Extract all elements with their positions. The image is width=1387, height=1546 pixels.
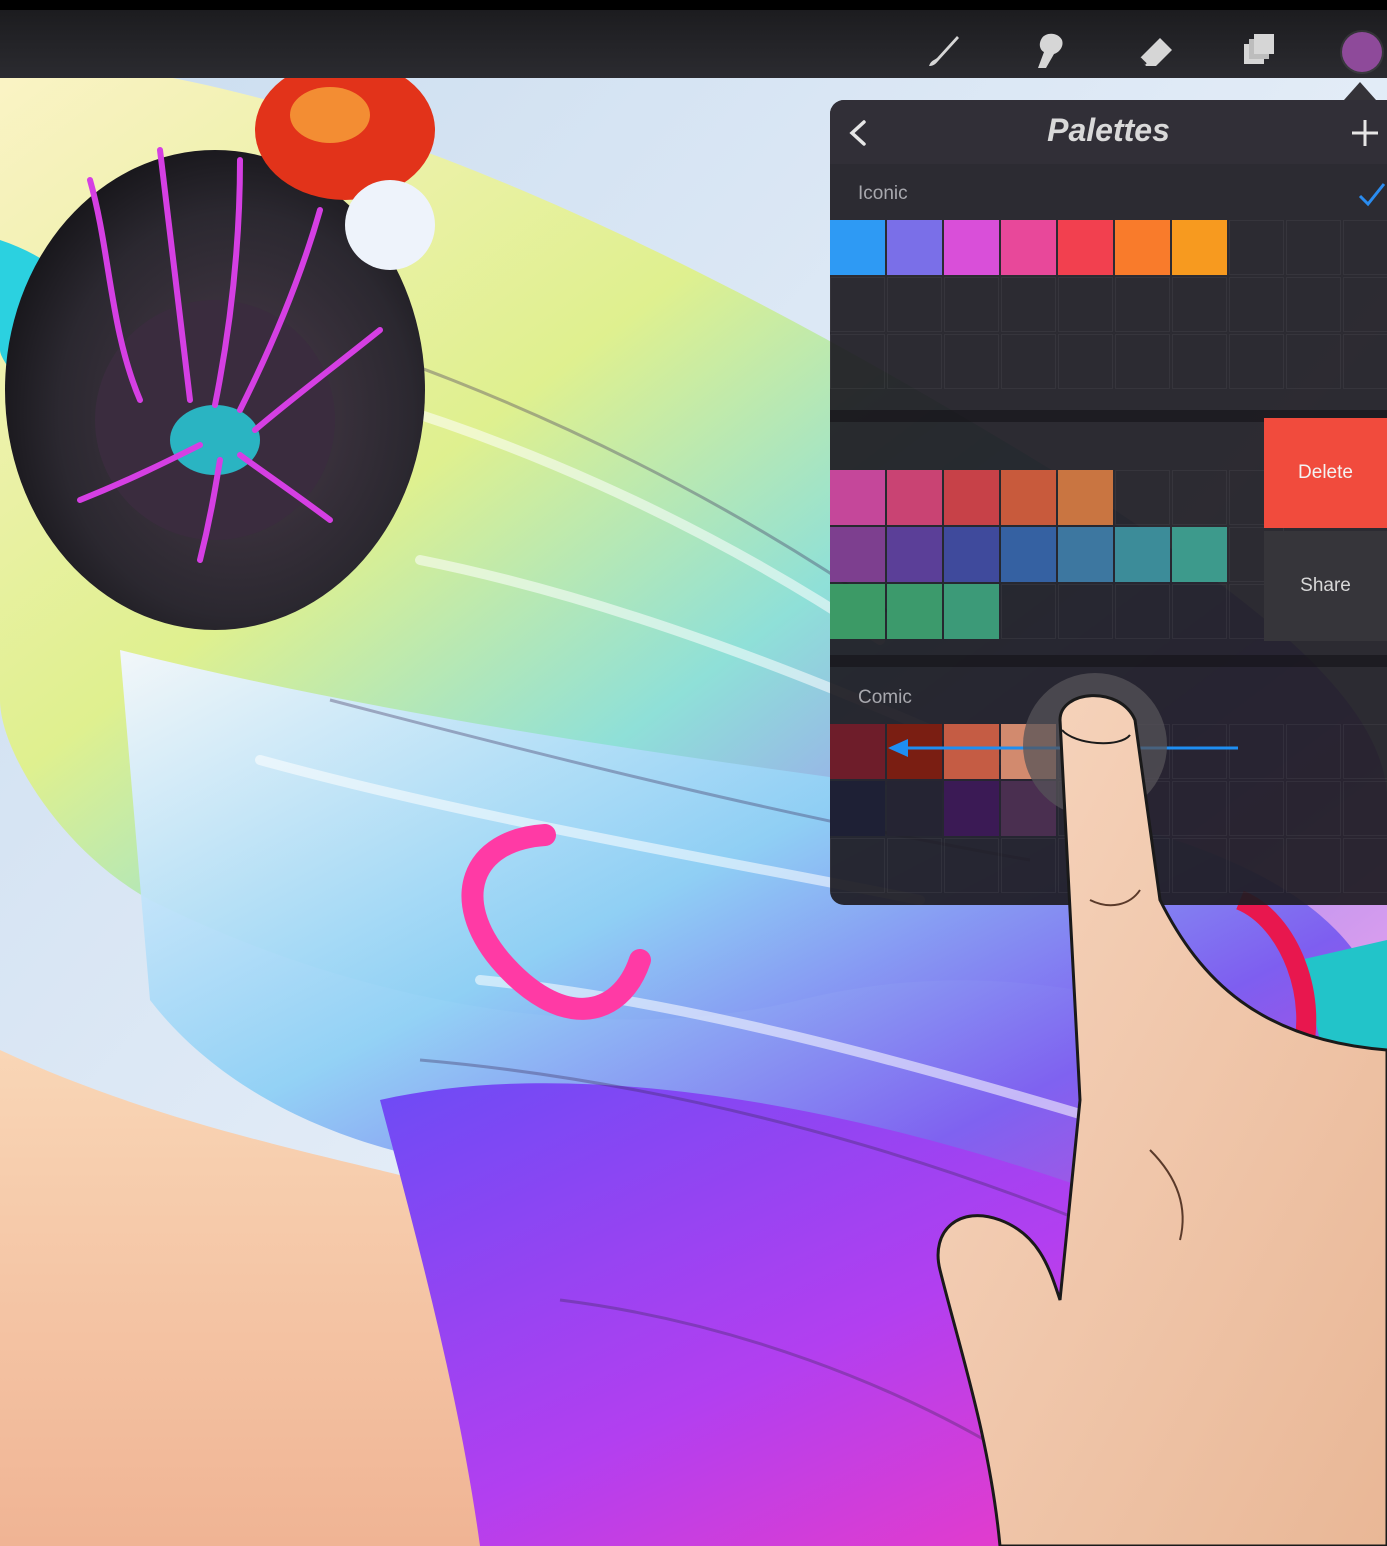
empty-swatch-slot[interactable] (1229, 838, 1284, 893)
empty-swatch-slot[interactable] (1172, 334, 1227, 389)
color-swatch-iconic[interactable] (944, 220, 999, 275)
empty-swatch-slot[interactable] (1172, 781, 1227, 836)
empty-swatch-slot[interactable] (1172, 724, 1227, 779)
empty-swatch-slot[interactable] (1343, 781, 1387, 836)
color-swatch-iconic[interactable] (1115, 220, 1170, 275)
empty-swatch-slot[interactable] (1115, 724, 1170, 779)
empty-swatch-slot[interactable] (1286, 724, 1341, 779)
share-button[interactable]: Share (1264, 531, 1387, 641)
color-swatch-swiped[interactable] (830, 584, 885, 639)
color-swatch-comic[interactable] (887, 724, 942, 779)
brush-icon[interactable] (921, 28, 965, 72)
empty-swatch-slot[interactable] (1001, 334, 1056, 389)
color-swatch-swiped[interactable] (1001, 527, 1056, 582)
empty-swatch-slot[interactable] (1058, 277, 1113, 332)
palette-name-comic[interactable]: Comic (858, 687, 912, 709)
color-swatch-iconic[interactable] (1001, 220, 1056, 275)
empty-swatch-slot[interactable] (1058, 724, 1113, 779)
color-swatch-swiped[interactable] (944, 470, 999, 525)
empty-swatch-slot[interactable] (1115, 277, 1170, 332)
empty-swatch-slot[interactable] (1343, 838, 1387, 893)
empty-swatch-slot[interactable] (1286, 334, 1341, 389)
panel-title: Palettes (1047, 112, 1170, 148)
panel-header: Palettes (830, 100, 1387, 164)
add-palette-icon[interactable] (1346, 114, 1384, 152)
color-swatch-swiped[interactable] (1172, 527, 1227, 582)
color-swatch-iconic[interactable] (887, 220, 942, 275)
palette-name-iconic[interactable]: Iconic (858, 183, 908, 205)
empty-swatch-slot[interactable] (1115, 584, 1170, 639)
empty-swatch-slot[interactable] (944, 334, 999, 389)
palettes-panel: Palettes Iconic Delete Share Comic (830, 100, 1387, 905)
empty-swatch-slot[interactable] (887, 334, 942, 389)
empty-swatch-slot[interactable] (1001, 277, 1056, 332)
empty-swatch-slot[interactable] (1229, 724, 1284, 779)
color-swatch-swiped[interactable] (887, 584, 942, 639)
empty-swatch-slot[interactable] (1343, 277, 1387, 332)
color-swatch-comic[interactable] (944, 724, 999, 779)
smudge-icon[interactable] (1026, 28, 1070, 72)
color-swatch-swiped[interactable] (830, 470, 885, 525)
empty-swatch-slot[interactable] (1058, 334, 1113, 389)
color-swatch-swiped[interactable] (1058, 470, 1113, 525)
empty-swatch-slot[interactable] (1286, 838, 1341, 893)
color-swatch-comic[interactable] (1001, 781, 1056, 836)
empty-swatch-slot[interactable] (1172, 277, 1227, 332)
empty-swatch-slot[interactable] (1286, 781, 1341, 836)
empty-swatch-slot[interactable] (887, 277, 942, 332)
color-swatch-swiped[interactable] (1058, 527, 1113, 582)
color-swatch-swiped[interactable] (830, 527, 885, 582)
empty-swatch-slot[interactable] (1229, 277, 1284, 332)
empty-swatch-slot[interactable] (1343, 334, 1387, 389)
eraser-icon[interactable] (1134, 28, 1178, 72)
empty-swatch-slot[interactable] (1172, 838, 1227, 893)
color-swatch-iconic[interactable] (1058, 220, 1113, 275)
color-swatch-swiped[interactable] (944, 527, 999, 582)
empty-swatch-slot[interactable] (944, 838, 999, 893)
layers-icon[interactable] (1236, 28, 1280, 72)
color-swatch-comic[interactable] (830, 781, 885, 836)
empty-swatch-slot[interactable] (1286, 220, 1341, 275)
empty-swatch-slot[interactable] (830, 334, 885, 389)
color-swatch-swiped[interactable] (887, 527, 942, 582)
color-swatch-iconic[interactable] (830, 220, 885, 275)
color-swatch-iconic[interactable] (1172, 220, 1227, 275)
empty-swatch-slot[interactable] (944, 277, 999, 332)
empty-swatch-slot[interactable] (830, 838, 885, 893)
color-swatch-comic[interactable] (830, 724, 885, 779)
empty-swatch-slot[interactable] (1058, 838, 1113, 893)
empty-swatch-slot[interactable] (1001, 584, 1056, 639)
empty-swatch-slot[interactable] (1058, 781, 1113, 836)
current-color-swatch[interactable] (1342, 32, 1382, 72)
empty-swatch-slot[interactable] (887, 838, 942, 893)
empty-swatch-slot[interactable] (1172, 584, 1227, 639)
empty-swatch-slot[interactable] (1286, 277, 1341, 332)
color-swatch-comic[interactable] (944, 781, 999, 836)
color-swatch-comic[interactable] (1001, 724, 1056, 779)
section-divider (830, 655, 1387, 667)
color-swatch-swiped[interactable] (944, 584, 999, 639)
empty-swatch-slot[interactable] (1115, 781, 1170, 836)
empty-swatch-slot[interactable] (1343, 724, 1387, 779)
color-swatch-swiped[interactable] (1001, 470, 1056, 525)
empty-swatch-slot[interactable] (830, 277, 885, 332)
empty-swatch-slot[interactable] (1172, 470, 1227, 525)
empty-swatch-slot[interactable] (1115, 470, 1170, 525)
empty-swatch-slot[interactable] (1229, 334, 1284, 389)
color-swatch-swiped[interactable] (887, 470, 942, 525)
color-swatch-comic[interactable] (887, 781, 942, 836)
color-swatch-swiped[interactable] (1115, 527, 1170, 582)
popover-pointer (1344, 82, 1376, 100)
empty-swatch-slot[interactable] (1115, 838, 1170, 893)
top-toolbar (0, 0, 1387, 78)
empty-swatch-slot[interactable] (1058, 584, 1113, 639)
empty-swatch-slot[interactable] (1001, 838, 1056, 893)
empty-swatch-slot[interactable] (1115, 334, 1170, 389)
empty-swatch-slot[interactable] (1229, 781, 1284, 836)
delete-button[interactable]: Delete (1264, 418, 1387, 528)
empty-swatch-slot[interactable] (1229, 220, 1284, 275)
checkmark-icon (1358, 183, 1386, 207)
empty-swatch-slot[interactable] (1343, 220, 1387, 275)
